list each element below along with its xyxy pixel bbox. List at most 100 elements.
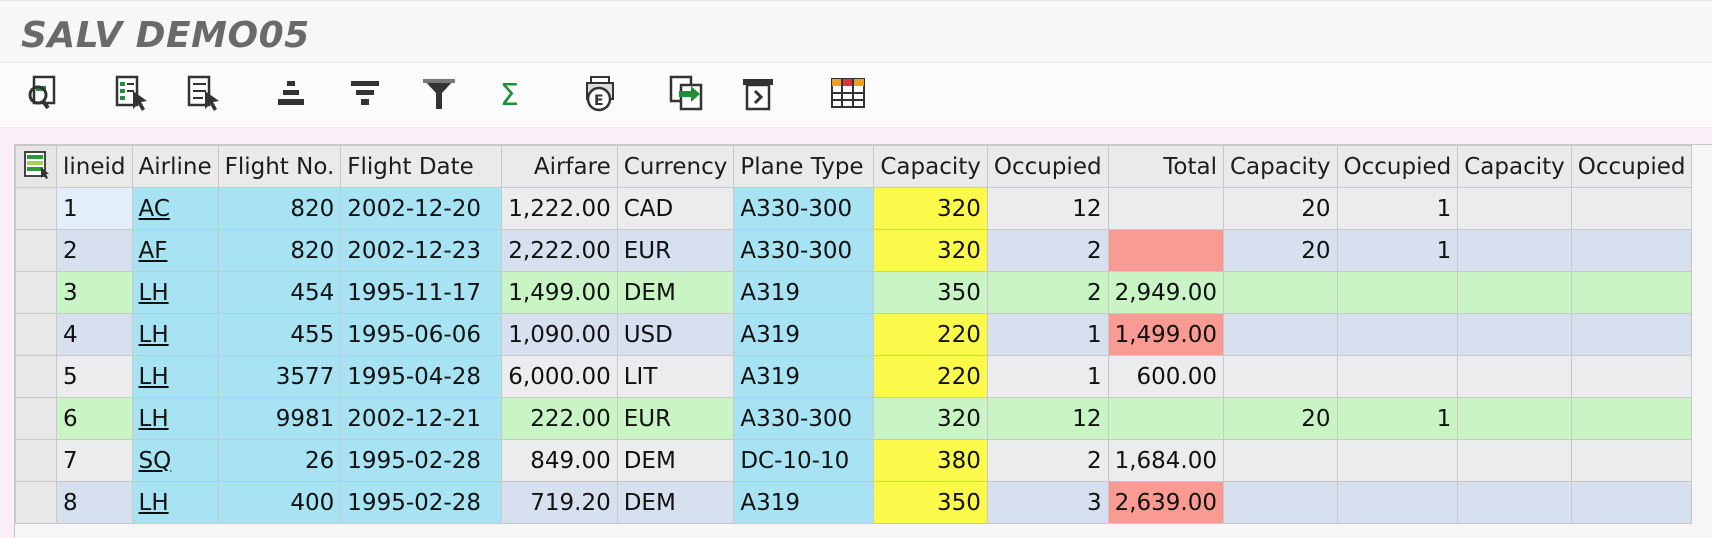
cell-total[interactable]: 2,639.00 <box>1107 481 1225 524</box>
cell-airline[interactable]: LH <box>131 355 219 398</box>
cell-occupied[interactable]: 12 <box>986 397 1109 440</box>
cell-occupied[interactable]: 2 <box>986 439 1109 482</box>
cell-occupied[interactable]: 12 <box>986 187 1109 230</box>
export-icon[interactable] <box>662 71 712 115</box>
table-row[interactable]: 1 AC 820 2002-12-20 1,222.00 CAD A330-30… <box>15 187 1693 230</box>
cell-capacity-3[interactable] <box>1457 355 1572 398</box>
cell-lineid[interactable]: 8 <box>56 481 133 524</box>
table-row[interactable]: 8 LH 400 1995-02-28 719.20 DEM A319 350 … <box>15 481 1693 524</box>
airline-link[interactable]: AF <box>139 238 168 264</box>
cell-currency[interactable]: CAD <box>616 187 735 230</box>
cell-occupied[interactable]: 1 <box>986 355 1109 398</box>
select-all-icon[interactable] <box>106 71 156 115</box>
col-header-plane-type[interactable]: Plane Type <box>733 145 875 188</box>
row-selector[interactable] <box>15 439 57 482</box>
details-icon[interactable] <box>19 71 69 115</box>
cell-occupied[interactable]: 2 <box>986 271 1109 314</box>
cell-capacity-2[interactable] <box>1223 439 1338 482</box>
cell-lineid[interactable]: 5 <box>56 355 133 398</box>
cell-total[interactable] <box>1107 187 1225 230</box>
cell-capacity-3[interactable] <box>1457 397 1572 440</box>
cell-capacity-3[interactable] <box>1457 481 1572 524</box>
table-row[interactable]: 7 SQ 26 1995-02-28 849.00 DEM DC-10-10 3… <box>15 439 1693 482</box>
airline-link[interactable]: LH <box>139 490 169 516</box>
cell-flight-date[interactable]: 2002-12-23 <box>340 229 503 272</box>
cell-occupied-3[interactable] <box>1570 229 1693 272</box>
cell-occupied-2[interactable]: 1 <box>1336 187 1459 230</box>
col-header-occupied[interactable]: Occupied <box>986 145 1109 188</box>
cell-total[interactable] <box>1107 229 1225 272</box>
cell-capacity-2[interactable] <box>1223 355 1338 398</box>
cell-occupied-2[interactable]: 1 <box>1336 229 1459 272</box>
row-selector[interactable] <box>15 187 57 230</box>
cell-plane-type[interactable]: A319 <box>733 313 875 356</box>
cell-total[interactable] <box>1107 397 1225 440</box>
cell-occupied-2[interactable] <box>1336 355 1459 398</box>
cell-airfare[interactable]: 2,222.00 <box>501 229 618 272</box>
cell-plane-type[interactable]: A330-300 <box>733 229 875 272</box>
cell-capacity-3[interactable] <box>1457 313 1572 356</box>
col-header-capacity-3[interactable]: Capacity <box>1457 145 1572 188</box>
sum-icon[interactable]: Σ <box>485 71 535 115</box>
cell-occupied[interactable]: 1 <box>986 313 1109 356</box>
cell-capacity[interactable]: 320 <box>873 229 988 272</box>
cell-lineid[interactable]: 4 <box>56 313 133 356</box>
cell-capacity[interactable]: 320 <box>873 397 988 440</box>
select-all-cell[interactable] <box>15 145 57 188</box>
airline-link[interactable]: AC <box>139 196 170 222</box>
cell-total[interactable]: 600.00 <box>1107 355 1225 398</box>
cell-flight-no[interactable]: 400 <box>217 481 342 524</box>
cell-airfare[interactable]: 1,499.00 <box>501 271 618 314</box>
cell-occupied-3[interactable] <box>1570 271 1693 314</box>
cell-flight-date[interactable]: 1995-11-17 <box>340 271 503 314</box>
cell-plane-type[interactable]: A330-300 <box>733 187 875 230</box>
cell-occupied[interactable]: 3 <box>986 481 1109 524</box>
cell-occupied-3[interactable] <box>1570 481 1693 524</box>
table-row[interactable]: 2 AF 820 2002-12-23 2,222.00 EUR A330-30… <box>15 229 1693 272</box>
cell-capacity-3[interactable] <box>1457 229 1572 272</box>
cell-airfare[interactable]: 849.00 <box>501 439 618 482</box>
cell-currency[interactable]: USD <box>616 313 735 356</box>
table-row[interactable]: 6 LH 9981 2002-12-21 222.00 EUR A330-300… <box>15 397 1693 440</box>
cell-flight-date[interactable]: 1995-02-28 <box>340 481 503 524</box>
cell-plane-type[interactable]: DC-10-10 <box>733 439 875 482</box>
airline-link[interactable]: SQ <box>139 448 172 474</box>
cell-airfare[interactable]: 719.20 <box>501 481 618 524</box>
cell-flight-no[interactable]: 3577 <box>217 355 342 398</box>
cell-flight-no[interactable]: 455 <box>217 313 342 356</box>
cell-lineid[interactable]: 3 <box>56 271 133 314</box>
cell-currency[interactable]: EUR <box>616 397 735 440</box>
cell-airline[interactable]: LH <box>131 313 219 356</box>
cell-currency[interactable]: DEM <box>616 481 735 524</box>
airline-link[interactable]: LH <box>139 280 169 306</box>
deselect-all-icon[interactable] <box>178 71 228 115</box>
cell-capacity-3[interactable] <box>1457 271 1572 314</box>
cell-capacity-2[interactable]: 20 <box>1223 397 1338 440</box>
cell-airfare[interactable]: 1,222.00 <box>501 187 618 230</box>
cell-currency[interactable]: LIT <box>616 355 735 398</box>
cell-airline[interactable]: AC <box>131 187 219 230</box>
col-header-occupied-2[interactable]: Occupied <box>1336 145 1459 188</box>
col-header-flight-date[interactable]: Flight Date <box>340 145 503 188</box>
cell-capacity-3[interactable] <box>1457 439 1572 482</box>
cell-currency[interactable]: DEM <box>616 271 735 314</box>
row-selector[interactable] <box>15 355 57 398</box>
cell-airfare[interactable]: 222.00 <box>501 397 618 440</box>
row-selector[interactable] <box>15 229 57 272</box>
cell-flight-no[interactable]: 820 <box>217 187 342 230</box>
airline-link[interactable]: LH <box>139 406 169 432</box>
cell-airfare[interactable]: 6,000.00 <box>501 355 618 398</box>
cell-total[interactable]: 1,499.00 <box>1107 313 1225 356</box>
cell-capacity-2[interactable] <box>1223 313 1338 356</box>
cell-flight-no[interactable]: 454 <box>217 271 342 314</box>
cell-capacity[interactable]: 220 <box>873 313 988 356</box>
cell-plane-type[interactable]: A319 <box>733 271 875 314</box>
cell-flight-date[interactable]: 2002-12-20 <box>340 187 503 230</box>
col-header-airfare[interactable]: Airfare <box>501 145 618 188</box>
col-header-lineid[interactable]: lineid <box>56 145 133 188</box>
print-preview-icon[interactable]: E <box>574 71 624 115</box>
cell-occupied-2[interactable]: 1 <box>1336 397 1459 440</box>
table-row[interactable]: 3 LH 454 1995-11-17 1,499.00 DEM A319 35… <box>15 271 1693 314</box>
col-header-capacity-2[interactable]: Capacity <box>1223 145 1338 188</box>
cell-lineid[interactable]: 1 <box>56 187 133 230</box>
